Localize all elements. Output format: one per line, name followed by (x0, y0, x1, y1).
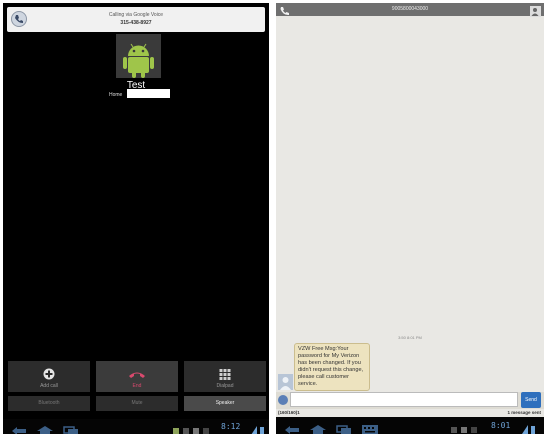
message-input[interactable] (290, 392, 518, 407)
end-call-label: End (132, 383, 142, 389)
compose-counts: (160/160)1 1 message sent (276, 409, 544, 417)
bluetooth-toggle[interactable]: Bluetooth (8, 396, 90, 411)
android-robot-icon (116, 34, 161, 78)
dialpad-label: Dialpad (216, 383, 234, 389)
sender-avatar (278, 374, 293, 390)
notification-icon[interactable] (451, 421, 481, 434)
notification-icon[interactable] (173, 422, 213, 434)
home-icon[interactable] (310, 421, 326, 434)
status-time: 8:01 (491, 421, 511, 430)
recent-apps-icon[interactable] (63, 422, 79, 434)
system-bar: 8:12 (3, 419, 269, 434)
speaker-toggle[interactable]: Speaker (184, 396, 266, 411)
phone-number-box (127, 89, 170, 98)
recent-apps-icon[interactable] (336, 421, 352, 434)
messaging-screen: 9005800043000 3:50 8:01 PM VZW Free Msg:… (276, 3, 544, 434)
add-call-label: Add call (40, 383, 58, 389)
contact-avatar (116, 34, 161, 78)
character-count: (160/160)1 (278, 410, 300, 415)
banner-number: 315-438-8927 (120, 20, 152, 26)
message-count: 1 message sent (507, 410, 541, 415)
mute-toggle[interactable]: Mute (96, 396, 178, 411)
compose-bar: Send (276, 392, 544, 409)
message-bubble[interactable]: VZW Free Msg:Your password for My Verizo… (294, 343, 370, 391)
add-call-button[interactable]: Add call (8, 361, 90, 392)
call-screen: Calling via Google Voice 315-438-8927 Te… (3, 3, 269, 434)
phone-type-label: Home (109, 92, 123, 98)
banner-status: Calling via Google Voice (108, 12, 164, 18)
signal-icon (251, 422, 265, 434)
end-call-button[interactable]: End (96, 361, 178, 392)
back-icon[interactable] (11, 422, 27, 434)
system-bar: 8:01 (276, 417, 544, 434)
add-contact-icon[interactable] (530, 4, 541, 17)
keyboard-icon[interactable] (362, 421, 378, 434)
dialpad-button[interactable]: Dialpad (184, 361, 266, 392)
call-banner: Calling via Google Voice 315-438-8927 (7, 7, 265, 32)
conversation-header: 9005800043000 (276, 3, 544, 17)
signal-icon (522, 421, 536, 434)
conversation-title: 9005800043000 (391, 6, 429, 12)
send-button[interactable]: Send (521, 392, 541, 408)
attach-icon[interactable] (278, 395, 288, 405)
home-icon[interactable] (37, 422, 53, 434)
back-icon[interactable] (284, 421, 300, 434)
message-timestamp: 3:50 8:01 PM (398, 335, 422, 340)
status-time: 8:12 (221, 422, 241, 431)
